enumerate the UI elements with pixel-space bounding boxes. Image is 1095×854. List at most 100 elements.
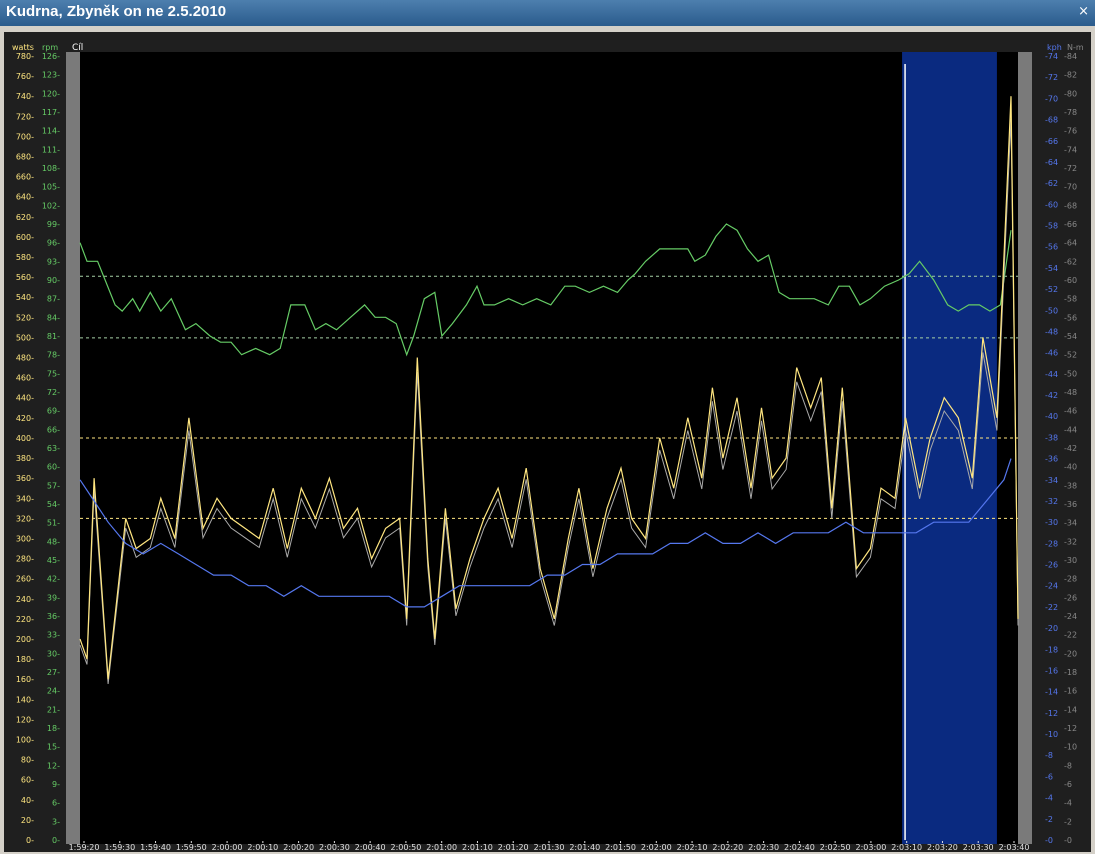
x-tick-label: 2:00:50 — [391, 843, 422, 852]
tick-label-rpm: 15- — [47, 743, 60, 752]
x-tick-label: 2:03:00 — [856, 843, 887, 852]
tick-label-rpm: 87- — [47, 295, 60, 304]
x-tick-label: 2:01:20 — [498, 843, 529, 852]
tick-label-nm: -20 — [1064, 649, 1077, 658]
x-tick-label: 1:59:20 — [69, 843, 100, 852]
tick-label-nm: -32 — [1064, 537, 1077, 546]
tick-label-kph: -52 — [1045, 285, 1058, 294]
tick-label-rpm: 30- — [47, 649, 60, 658]
tick-label-watts: 720- — [16, 112, 34, 121]
chart[interactable]: watts rpm kph N-m 0- 20- 40- 60- 80- 100- 120- 140-… — [4, 32, 1091, 852]
x-tick-label: 2:01:30 — [534, 843, 565, 852]
tick-label-nm: -16 — [1064, 687, 1077, 696]
tick-label-watts: 620- — [16, 213, 34, 222]
tick-label-nm: -30 — [1064, 556, 1077, 565]
tick-label-nm: -74 — [1064, 145, 1077, 154]
tick-label-watts: 180- — [16, 655, 34, 664]
x-tick-label: 2:00:40 — [355, 843, 386, 852]
close-icon[interactable]: × — [1078, 4, 1089, 19]
tick-label-kph: -24 — [1045, 582, 1058, 591]
tick-label-watts: 480- — [16, 354, 34, 363]
tick-label-watts: 200- — [16, 635, 34, 644]
x-tick-label: 2:00:20 — [283, 843, 314, 852]
x-tick-label: 2:03:20 — [927, 843, 958, 852]
tick-label-rpm: 48- — [47, 537, 60, 546]
tick-label-kph: -22 — [1045, 603, 1058, 612]
tick-label-rpm: 24- — [47, 687, 60, 696]
tick-label-rpm: 54- — [47, 500, 60, 509]
tick-label-watts: 600- — [16, 233, 34, 242]
tick-label-nm: -84 — [1064, 52, 1077, 61]
tick-label-nm: -68 — [1064, 201, 1077, 210]
tick-label-watts: 680- — [16, 153, 34, 162]
x-tick-label: 2:00:10 — [247, 843, 278, 852]
tick-label-watts: 280- — [16, 555, 34, 564]
tick-label-rpm: 9- — [52, 780, 60, 789]
tick-label-kph: -6 — [1045, 772, 1053, 781]
tick-label-nm: -2 — [1064, 817, 1072, 826]
x-tick-label: 2:02:50 — [820, 843, 851, 852]
tick-label-nm: -42 — [1064, 444, 1077, 453]
x-tick-label: 2:02:00 — [641, 843, 672, 852]
tick-label-rpm: 6- — [52, 799, 60, 808]
tick-label-nm: -38 — [1064, 481, 1077, 490]
plot-area — [66, 52, 1032, 844]
tick-label-rpm: 117- — [42, 108, 60, 117]
x-tick-label: 1:59:30 — [104, 843, 135, 852]
tick-label-watts: 260- — [16, 575, 34, 584]
tick-label-rpm: 42- — [47, 575, 60, 584]
tick-label-rpm: 36- — [47, 612, 60, 621]
tick-label-watts: 500- — [16, 333, 34, 342]
tick-label-kph: -2 — [1045, 815, 1053, 824]
tick-label-watts: 20- — [21, 816, 34, 825]
tick-label-watts: 100- — [16, 735, 34, 744]
tick-label-nm: -6 — [1064, 780, 1072, 789]
tick-label-nm: -46 — [1064, 407, 1077, 416]
tick-label-nm: -22 — [1064, 631, 1077, 640]
tick-label-nm: -24 — [1064, 612, 1077, 621]
tick-label-watts: 580- — [16, 253, 34, 262]
tick-label-kph: -48 — [1045, 327, 1058, 336]
tick-label-watts: 740- — [16, 92, 34, 101]
tick-label-kph: -46 — [1045, 349, 1058, 358]
tick-label-kph: -30 — [1045, 518, 1058, 527]
tick-label-watts: 140- — [16, 695, 34, 704]
tick-label-kph: -56 — [1045, 243, 1058, 252]
tick-label-kph: -58 — [1045, 222, 1058, 231]
x-tick-label: 2:03:10 — [891, 843, 922, 852]
tick-label-kph: -20 — [1045, 624, 1058, 633]
tick-label-nm: -18 — [1064, 668, 1077, 677]
x-tick-label: 2:01:40 — [569, 843, 600, 852]
tick-label-kph: -12 — [1045, 709, 1058, 718]
tick-label-nm: -26 — [1064, 593, 1077, 602]
window-title: Kudrna, Zbyněk on ne 2.5.2010 — [6, 3, 227, 20]
tick-label-rpm: 96- — [47, 239, 60, 248]
tick-label-rpm: 63- — [47, 444, 60, 453]
tick-label-watts: 0- — [26, 836, 34, 845]
tick-label-watts: 120- — [16, 715, 34, 724]
tick-label-nm: -10 — [1064, 743, 1077, 752]
tick-label-kph: -14 — [1045, 688, 1058, 697]
window-titlebar: Kudrna, Zbyněk on ne 2.5.2010 × — [0, 0, 1095, 26]
x-tick-label: 2:01:50 — [605, 843, 636, 852]
x-tick-label: 2:01:10 — [462, 843, 493, 852]
tick-label-rpm: 27- — [47, 668, 60, 677]
tick-label-rpm: 33- — [47, 631, 60, 640]
tick-label-rpm: 123- — [42, 71, 60, 80]
tick-label-nm: -36 — [1064, 500, 1077, 509]
tick-label-nm: -4 — [1064, 799, 1072, 808]
tick-label-nm: -0 — [1064, 836, 1072, 845]
tick-label-nm: -40 — [1064, 463, 1077, 472]
tick-label-nm: -64 — [1064, 239, 1077, 248]
tick-label-watts: 660- — [16, 173, 34, 182]
tick-label-rpm: 84- — [47, 313, 60, 322]
tick-label-rpm: 57- — [47, 481, 60, 490]
tick-label-nm: -80 — [1064, 89, 1077, 98]
tick-label-kph: -16 — [1045, 666, 1058, 675]
tick-label-watts: 360- — [16, 474, 34, 483]
tick-label-kph: -8 — [1045, 751, 1053, 760]
tick-label-rpm: 93- — [47, 257, 60, 266]
tick-label-nm: -70 — [1064, 183, 1077, 192]
tick-label-nm: -76 — [1064, 127, 1077, 136]
tick-label-kph: -28 — [1045, 539, 1058, 548]
